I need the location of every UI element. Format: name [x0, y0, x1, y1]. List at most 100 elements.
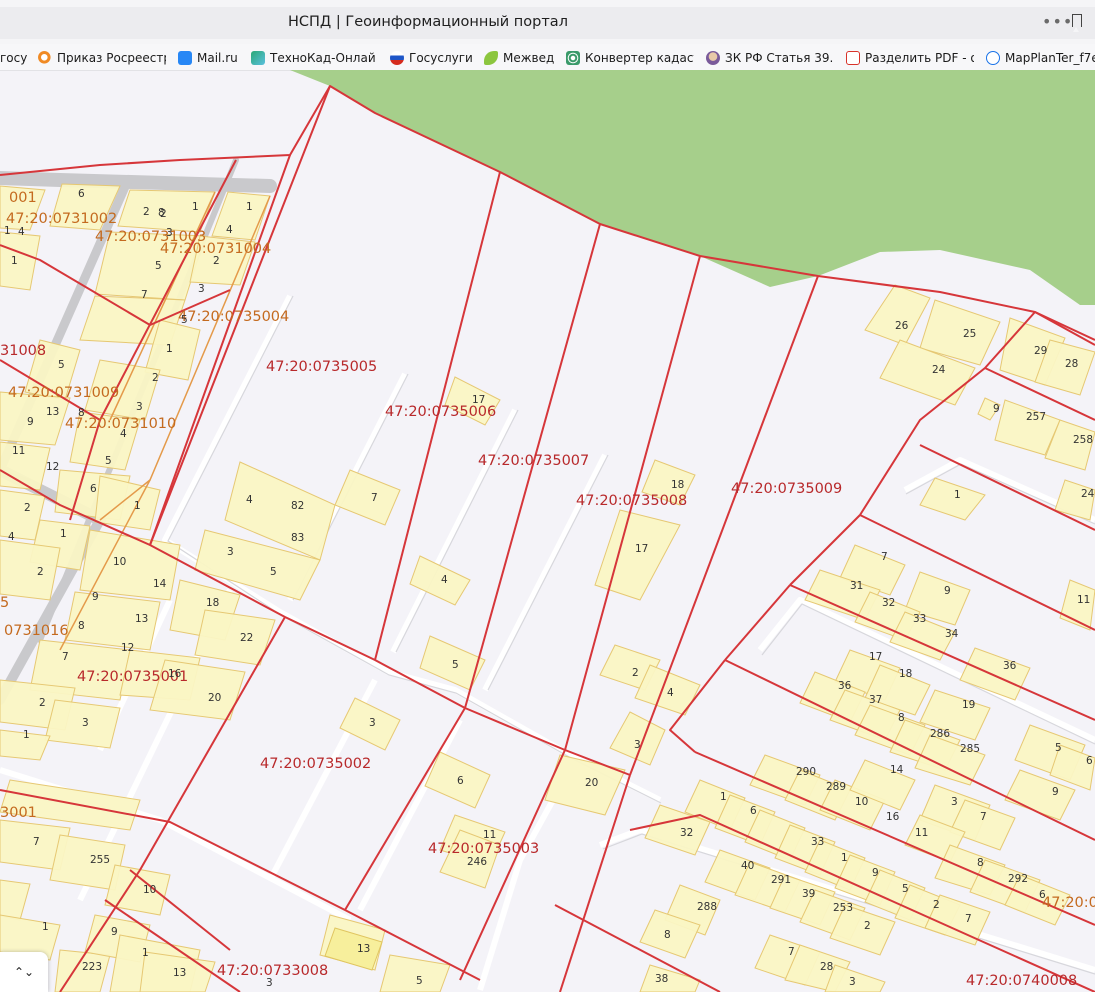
parcel-number[interactable]: 18 — [671, 479, 684, 491]
bookmark-item[interactable]: Межвед — [484, 49, 556, 67]
parcel-number[interactable]: 1 — [11, 255, 18, 267]
parcel-number[interactable]: 9 — [944, 585, 951, 597]
parcel-number[interactable]: 7 — [980, 811, 987, 823]
parcel-number[interactable]: 18 — [899, 668, 912, 680]
parcel-number[interactable]: 1 — [192, 201, 199, 213]
parcel-number[interactable]: 17 — [635, 543, 648, 555]
parcel-number[interactable]: 2 — [152, 372, 159, 384]
parcel-number[interactable]: 3 — [198, 283, 205, 295]
bookmark-item[interactable]: Госуслуги — [390, 49, 476, 67]
parcel-number[interactable]: 8 — [977, 857, 984, 869]
parcel-number[interactable]: 288 — [697, 901, 717, 913]
quarter-label[interactable]: 47:20:0735006 — [385, 404, 496, 420]
parcel-number[interactable]: 11 — [483, 829, 496, 841]
quarter-label[interactable]: 47:20:0735008 — [576, 493, 687, 509]
parcel-number[interactable]: 4 — [120, 428, 127, 440]
parcel-number[interactable]: 292 — [1008, 873, 1028, 885]
parcel-number[interactable]: 82 — [291, 500, 304, 512]
parcel-number[interactable]: 9 — [1052, 786, 1059, 798]
parcel-number[interactable]: 3 — [136, 401, 143, 413]
parcel-number[interactable]: 36 — [838, 680, 852, 692]
parcel-number[interactable]: 1 — [4, 225, 11, 237]
quarter-label[interactable]: 47:20:0735004 — [178, 309, 289, 325]
parcel-number[interactable]: 37 — [869, 694, 882, 706]
zoom-toggle-button[interactable]: ⌃⌄ — [0, 952, 48, 992]
parcel-number[interactable]: 9 — [92, 591, 99, 603]
quarter-label[interactable]: 47:20:0735002 — [260, 756, 371, 772]
parcel-number[interactable]: 14 — [153, 578, 167, 590]
parcel-number[interactable]: 1 — [246, 201, 253, 213]
bookmark-item[interactable]: Конвертер кадаст — [566, 49, 694, 67]
parcel-number[interactable]: 2 — [37, 566, 44, 578]
parcel-number[interactable]: 255 — [90, 854, 110, 866]
parcel-number[interactable]: 28 — [820, 961, 833, 973]
parcel-number[interactable]: 3 — [951, 796, 958, 808]
parcel-number[interactable]: 6 — [78, 188, 85, 200]
quarter-label[interactable]: 47:20:0735005 — [266, 359, 377, 375]
parcel-number[interactable]: 16 — [886, 811, 900, 823]
parcel-number[interactable]: 9 — [993, 403, 1000, 415]
parcel-number[interactable]: 16 — [168, 668, 182, 680]
bookmark-icon[interactable] — [1072, 14, 1082, 32]
parcel-number[interactable]: 7 — [141, 289, 148, 301]
bookmark-item[interactable]: ЗК РФ Статья 39.2 — [706, 49, 834, 67]
parcel-number[interactable]: 289 — [826, 781, 846, 793]
parcel-number[interactable]: 17 — [472, 394, 485, 406]
parcel-number[interactable]: 26 — [895, 320, 909, 332]
parcel-number[interactable]: 5 — [155, 260, 162, 272]
parcel-number[interactable]: 6 — [750, 805, 757, 817]
parcel-number[interactable]: 9 — [27, 416, 34, 428]
quarter-label[interactable]: 0731016 — [4, 623, 69, 639]
parcel-number[interactable]: 11 — [12, 445, 25, 457]
parcel-number[interactable]: 4 — [8, 531, 15, 543]
more-dots-icon[interactable]: ••• — [1042, 12, 1073, 31]
parcel-number[interactable]: 3 — [82, 717, 89, 729]
parcel-number[interactable]: 6 — [90, 483, 97, 495]
parcel-number[interactable]: 14 — [890, 764, 904, 776]
parcel-number[interactable]: 32 — [680, 827, 693, 839]
parcel-number[interactable]: 7 — [371, 492, 378, 504]
parcel-number[interactable]: 9 — [111, 926, 118, 938]
parcel-number[interactable]: 10 — [113, 556, 126, 568]
parcel-number[interactable]: 258 — [1073, 434, 1093, 446]
parcel-number[interactable]: 33 — [913, 613, 926, 625]
parcel-number[interactable]: 12 — [46, 461, 59, 473]
parcel-number[interactable]: 1 — [954, 489, 961, 501]
parcel-number[interactable]: 8 — [898, 712, 905, 724]
map-canvas[interactable]: 47:20:0735005 47:20:0735006 47:20:073500… — [0, 70, 1095, 992]
parcel-number[interactable]: 3 — [369, 717, 376, 729]
parcel-number[interactable]: 1 — [166, 343, 173, 355]
quarter-label[interactable]: 47:20:0731002 — [6, 211, 117, 227]
parcel-number[interactable]: 257 — [1026, 411, 1046, 423]
parcel-number[interactable]: 4 — [18, 226, 25, 238]
parcel-number[interactable]: 5 — [181, 314, 188, 326]
parcel-number[interactable]: 20 — [208, 692, 221, 704]
parcel-number[interactable]: 8 — [78, 620, 85, 632]
quarter-label[interactable]: 47:20:0740008 — [966, 973, 1077, 989]
quarter-label[interactable]: 47:20:0735003 — [428, 841, 539, 857]
quarter-label[interactable]: 5 — [0, 595, 9, 611]
parcel-number[interactable]: 13 — [357, 943, 370, 955]
parcel-number[interactable]: 40 — [741, 860, 754, 872]
parcel-number[interactable]: 1 — [42, 921, 49, 933]
parcel-number[interactable]: 223 — [82, 961, 102, 973]
parcel-number[interactable]: 22 — [240, 632, 253, 644]
parcel-number[interactable]: 5 — [270, 566, 277, 578]
parcel-number[interactable]: 19 — [962, 699, 975, 711]
parcel-number[interactable]: 2 — [24, 502, 31, 514]
parcel-number[interactable]: 5 — [58, 359, 65, 371]
parcel-number[interactable]: 1 — [841, 852, 848, 864]
parcel-number[interactable]: 285 — [960, 743, 980, 755]
bookmark-item[interactable]: Приказ Росреестр — [38, 49, 166, 67]
parcel-number[interactable]: 39 — [802, 888, 815, 900]
parcel-number[interactable]: 2 — [39, 697, 46, 709]
parcel-number[interactable]: 286 — [930, 728, 950, 740]
parcel-number[interactable]: 8 — [664, 929, 671, 941]
parcel-number[interactable]: 1 — [134, 500, 141, 512]
parcel-number[interactable]: 11 — [915, 827, 928, 839]
parcel-number[interactable]: 291 — [771, 874, 791, 886]
parcel-number[interactable]: 2 — [933, 899, 940, 911]
parcel-number[interactable]: 10 — [855, 796, 868, 808]
parcel-number[interactable]: 290 — [796, 766, 816, 778]
parcel-number[interactable]: 5 — [105, 455, 112, 467]
